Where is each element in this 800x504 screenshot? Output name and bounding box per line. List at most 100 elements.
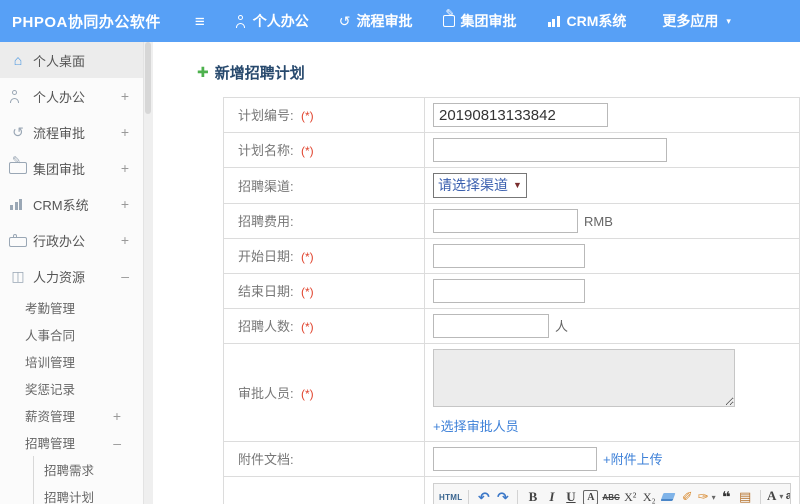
approvers-link[interactable]: +选择审批人员 [433, 419, 519, 434]
sidebar-item-recruit-plan[interactable]: 招聘计划 [34, 483, 143, 504]
undo-button[interactable]: ↶ [475, 488, 492, 504]
sidebar-item-training-mgmt[interactable]: 培训管理 [0, 348, 143, 375]
recruit-fee-input[interactable] [433, 209, 578, 233]
italic-button[interactable]: I [543, 488, 560, 504]
char-border-button[interactable]: A [583, 489, 599, 504]
redo-button[interactable]: ↷ [494, 488, 511, 504]
end-date-input[interactable] [433, 279, 585, 303]
sidebar-item-human-resources[interactable]: ◫ 人力资源 – [0, 258, 143, 294]
recruitment-mgmt-label: 招聘管理 [25, 437, 76, 451]
hr-contract-label: 人事合同 [25, 329, 76, 343]
subscript-button[interactable]: X₂ [641, 488, 658, 504]
start-date-value-cell [424, 238, 800, 274]
caret-down-icon: ▾ [779, 491, 784, 501]
sidebar-item-personal-desktop[interactable]: ⌂ 个人桌面 [0, 42, 143, 78]
body-wrapper: ⌂ 个人桌面个人办公 + ↺ 流程审批 + 集团审批 + CRM系统 + 行政办公 + ◫ 人力资源 – 考勤… [0, 42, 800, 504]
sidebar-item-attendance-mgmt[interactable]: 考勤管理 [0, 294, 143, 321]
expand-toggle-icon[interactable]: + [121, 124, 129, 140]
main-content: ✚ 新增招聘计划 计划编号: (*)计划名称: (*)招聘渠道: 请选择渠道▼招聘… [153, 42, 800, 504]
rich-text-editor: HTML↶↷BIUAABCX²X₂✐✑▾❝▤A▾ab▾自定义标题▾段落格式▾字体… [433, 483, 791, 504]
menu-toggle-icon[interactable]: ≡ [195, 13, 205, 30]
sidebar-scrollbar[interactable] [143, 42, 153, 504]
plan-number-input[interactable] [433, 103, 608, 127]
topnav-personal-office[interactable]: 个人办公 [235, 11, 309, 31]
plan-name-label-cell: 计划名称: (*) [223, 132, 425, 168]
sidebar-subtree: 招聘需求招聘计划人才库 [33, 456, 143, 504]
group-approval-label: 集团审批 [460, 13, 517, 29]
expand-toggle-icon[interactable]: + [121, 160, 129, 176]
remove-format-button[interactable]: ✐ [679, 488, 696, 504]
sidebar-item-admin-office[interactable]: 行政办公 + [0, 222, 143, 258]
recruit-channel-label-cell: 招聘渠道: [223, 167, 425, 204]
sidebar-item-reward-punishment[interactable]: 奖惩记录 [0, 375, 143, 402]
underline-button[interactable]: U [562, 488, 579, 504]
highlight-color-dropdown[interactable]: ab▾ [785, 489, 790, 504]
form-row-plan-content: HTML↶↷BIUAABCX²X₂✐✑▾❝▤A▾ab▾自定义标题▾段落格式▾字体… [223, 476, 800, 504]
recruit-channel-select[interactable]: 请选择渠道 ▼ [433, 173, 527, 198]
book-icon: ◫ [11, 268, 25, 284]
form-row-plan-name: 计划名称: (*) [223, 132, 800, 168]
bold-button[interactable]: B [524, 488, 541, 504]
sidebar-item-group-approval[interactable]: 集团审批 + [0, 150, 143, 186]
person-icon [9, 89, 27, 103]
page-title: ✚ 新增招聘计划 [197, 62, 800, 83]
person-icon [235, 14, 247, 28]
topnav-group-approval[interactable]: 集团审批 [442, 9, 517, 31]
end-date-label-cell: 结束日期: (*) [223, 273, 425, 309]
scrollbar-thumb[interactable] [145, 42, 151, 114]
editor-toolbar-row-1: HTML ↶↷ BIUAABCX²X₂ ✐✑▾❝▤ A▾ab▾ [434, 484, 790, 504]
attachment-input[interactable] [433, 447, 597, 471]
workflow-approval-label: 流程审批 [33, 125, 86, 141]
group-approval-label: 集团审批 [33, 161, 86, 177]
form-row-approvers: 审批人员: (*) +选择审批人员 [223, 343, 800, 442]
font-color-dropdown[interactable]: A ▾ [766, 488, 784, 504]
personal-desktop-label: 个人桌面 [33, 53, 86, 69]
topnav-crm-system[interactable]: CRM系统 [546, 11, 626, 31]
plan-number-label: 计划编号: [238, 108, 294, 123]
expand-toggle-icon[interactable]: + [121, 88, 129, 104]
approvers-textarea[interactable] [433, 349, 735, 407]
topnav-more-apps[interactable]: 更多应用 ▾ [656, 11, 731, 31]
form-row-recruit-channel: 招聘渠道: 请选择渠道 ▼ [223, 167, 800, 204]
html-source-button[interactable]: HTML [439, 488, 462, 504]
personal-office-label: 个人办公 [252, 13, 309, 29]
headcount-input[interactable] [433, 314, 549, 338]
superscript-button[interactable]: X² [622, 488, 639, 504]
recruit-demand-label: 招聘需求 [44, 464, 95, 478]
recruit-channel-value-cell: 请选择渠道 ▼ [424, 167, 800, 204]
recruit-fee-value-cell: RMB [424, 203, 800, 239]
form-row-attachment: 附件文档: +附件上传 [223, 441, 800, 477]
expand-toggle-icon[interactable]: + [113, 408, 121, 424]
recruit-plan-form: 计划编号: (*)计划名称: (*)招聘渠道:请选择渠道▼招聘费用:RMB开始日… [223, 97, 800, 504]
plan-name-input[interactable] [433, 138, 667, 162]
end-date-value-cell [424, 273, 800, 309]
approvers-link-row: +选择审批人员 [433, 416, 791, 436]
topbar: PHPOA协同办公软件 ≡ 个人办公 ↺ 流程审批 集团审批 CRM系统 更多应用 ▾ [0, 0, 800, 42]
paste-button[interactable]: ▤ [737, 488, 754, 504]
expand-toggle-icon[interactable]: – [121, 268, 129, 284]
format-painter-dropdown[interactable]: ✑ ▾ [698, 488, 716, 504]
topnav-workflow-approval[interactable]: ↺ 流程审批 [339, 11, 413, 31]
sidebar-item-workflow-approval[interactable]: ↺ 流程审批 + [0, 114, 143, 150]
sidebar: ⌂ 个人桌面个人办公 + ↺ 流程审批 + 集团审批 + CRM系统 + 行政办公 + ◫ 人力资源 – 考勤… [0, 42, 143, 504]
expand-toggle-icon[interactable]: + [121, 196, 129, 212]
sidebar-item-personal-office[interactable]: 个人办公 + [0, 78, 143, 114]
add-plus-icon: ✚ [197, 64, 209, 80]
sidebar-item-recruitment-mgmt[interactable]: 招聘管理 – [0, 429, 143, 456]
eraser-button[interactable] [660, 488, 677, 504]
required-mark: (*) [297, 144, 314, 158]
human-resources-label: 人力资源 [33, 269, 86, 285]
strikethrough-button[interactable]: ABC [602, 488, 619, 504]
start-date-input[interactable] [433, 244, 585, 268]
sidebar-item-crm-system[interactable]: CRM系统 + [0, 186, 143, 222]
plan-name-label: 计划名称: [238, 143, 294, 158]
end-date-label: 结束日期: [238, 284, 294, 299]
attachment-link[interactable]: +附件上传 [603, 452, 663, 467]
caret-down-icon: ▾ [726, 15, 731, 26]
sidebar-item-salary-mgmt[interactable]: 薪资管理 + [0, 402, 143, 429]
expand-toggle-icon[interactable]: – [113, 435, 121, 451]
sidebar-item-hr-contract[interactable]: 人事合同 [0, 321, 143, 348]
expand-toggle-icon[interactable]: + [121, 232, 129, 248]
sidebar-item-recruit-demand[interactable]: 招聘需求 [34, 456, 143, 483]
blockquote-button[interactable]: ❝ [718, 488, 735, 504]
